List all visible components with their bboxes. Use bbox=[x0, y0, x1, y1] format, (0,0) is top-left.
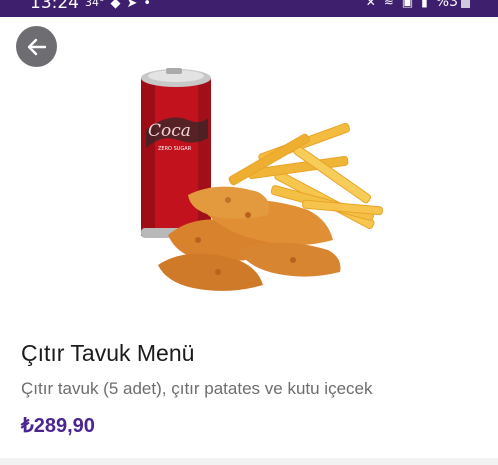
status-left-group: 13:24 34° ◆ ➤ • bbox=[30, 0, 151, 13]
section-divider bbox=[0, 458, 498, 465]
product-title: Çıtır Tavuk Menü bbox=[21, 340, 195, 366]
network-icon: ▣ bbox=[401, 0, 414, 9]
wifi-icon: ≈ bbox=[383, 0, 394, 9]
status-right-group: ✕ ≈ ▣ ▮ %3 bbox=[358, 0, 470, 10]
status-temperature: 34° bbox=[85, 0, 105, 9]
svg-text:Coca: Coca bbox=[148, 121, 191, 141]
notification-dot-icon: • bbox=[143, 0, 152, 11]
message-icon: ◆ bbox=[110, 0, 121, 11]
status-time: 13:24 bbox=[30, 0, 79, 13]
send-icon: ➤ bbox=[126, 0, 138, 11]
status-bar: 13:24 34° ◆ ➤ • ✕ ≈ ▣ ▮ %3 bbox=[0, 0, 498, 17]
arrow-left-icon bbox=[27, 38, 46, 55]
mute-icon: ✕ bbox=[365, 0, 376, 9]
product-price: ₺289,90 bbox=[21, 415, 95, 437]
cola-can: Coca ZERO SUGAR bbox=[141, 68, 211, 238]
battery-icon bbox=[461, 0, 470, 8]
battery-percent: %3 bbox=[435, 0, 458, 10]
product-description: Çıtır tavuk (5 adet), çıtır patates ve k… bbox=[21, 379, 373, 398]
svg-text:ZERO SUGAR: ZERO SUGAR bbox=[158, 146, 192, 152]
back-button[interactable] bbox=[16, 26, 57, 67]
product-image: Coca ZERO SUGAR bbox=[141, 68, 383, 291]
signal-icon: ▮ bbox=[421, 0, 428, 9]
